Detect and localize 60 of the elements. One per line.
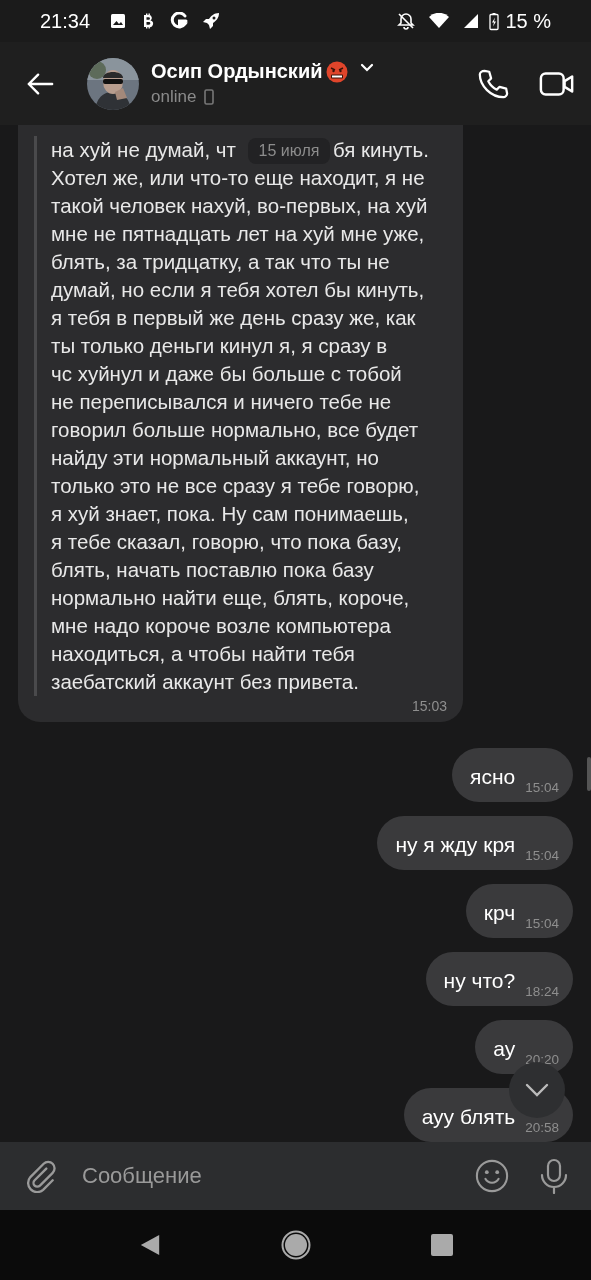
message-text: ну я жду кря bbox=[395, 833, 516, 857]
video-call-icon[interactable] bbox=[539, 69, 575, 98]
message-text: говорил больше нормально, все будет bbox=[51, 417, 420, 443]
phone-device-icon bbox=[204, 89, 215, 105]
signal-icon bbox=[463, 13, 480, 29]
recents-square-icon[interactable] bbox=[430, 1234, 453, 1256]
message-text: ну что? bbox=[443, 969, 516, 993]
message-text: заебатский аккаунт без привета. bbox=[51, 669, 360, 695]
message-time: 20:58 bbox=[525, 1120, 559, 1135]
message-text: ясно bbox=[470, 765, 516, 789]
message-text: мне надо короче возле компьютера bbox=[51, 613, 392, 639]
scrollbar bbox=[587, 757, 591, 791]
message-text: бя кинуть. bbox=[333, 137, 429, 163]
message-time: 15:04 bbox=[525, 916, 559, 931]
muted-bell-icon bbox=[397, 12, 416, 30]
battery-icon bbox=[489, 11, 500, 31]
message-time: 15:04 bbox=[525, 780, 559, 795]
message-input[interactable]: Сообщение bbox=[82, 1156, 475, 1196]
message-time: 15:03 bbox=[411, 698, 447, 714]
message-text: крч bbox=[483, 901, 516, 925]
back-arrow-icon[interactable] bbox=[26, 71, 54, 96]
paperclip-icon[interactable] bbox=[24, 1159, 58, 1193]
message-text: ты только деньги кинул я, я сразу в bbox=[51, 333, 389, 359]
date-badge: 15 июля bbox=[248, 138, 330, 164]
message-text: не переписывался и ничего тебе не bbox=[51, 389, 393, 415]
message-text: я тебя в первый же день сразу же, как bbox=[51, 305, 417, 331]
message-text: нормально найти еще, блять, короче, bbox=[51, 585, 411, 611]
clock-time: 21:34 bbox=[40, 9, 91, 33]
message-text: на хуй не думай, чт bbox=[51, 137, 237, 163]
microphone-icon[interactable] bbox=[539, 1158, 569, 1194]
message-text: блять, начать поставлю пока базу bbox=[51, 557, 375, 583]
contact-name[interactable]: Осип Ордынский bbox=[151, 60, 323, 83]
message-text: находиться, а чтобы найти тебя bbox=[51, 641, 356, 667]
message-text: я хуй знает, пока. Ну сам понимаешь, bbox=[51, 501, 410, 527]
message-bar[interactable]: Сообщение bbox=[0, 1142, 591, 1210]
message-text: мне не пятнадцать лет на хуй мне уже, bbox=[51, 221, 426, 247]
message-text: Хотел же, или что-то еще находит, я не bbox=[51, 165, 426, 191]
message-text: я тебе сказал, говорю, что пока базу, bbox=[51, 529, 403, 555]
message-text: ау bbox=[493, 1037, 516, 1061]
message-text: найду эти нормальный аккаунт, но bbox=[51, 445, 380, 471]
rocket-icon bbox=[202, 12, 221, 30]
swirl-icon bbox=[170, 12, 189, 30]
message-text: ауу блять bbox=[421, 1105, 516, 1129]
home-circle-icon[interactable] bbox=[280, 1230, 311, 1260]
message-text: только это не все сразу я тебе говорю, bbox=[51, 473, 421, 499]
message-text: думай, но если я тебя хотел бы кинуть, bbox=[51, 277, 426, 303]
angry-face-icon bbox=[326, 60, 349, 83]
online-status: online bbox=[151, 87, 197, 107]
image-icon bbox=[110, 13, 127, 29]
message-text: блять, за тридцатку, а так что ты не bbox=[51, 249, 391, 275]
smiley-icon[interactable] bbox=[475, 1159, 509, 1193]
wifi-icon bbox=[429, 13, 450, 29]
battery-percent: 15 % bbox=[505, 9, 551, 33]
message-time: 15:04 bbox=[525, 848, 559, 863]
message-text: такой человек нахуй, во-первых, на хуй bbox=[51, 193, 429, 219]
message-text: чс хуйнул и даже бы больше с тобой bbox=[51, 361, 403, 387]
message-time: 18:24 bbox=[525, 984, 559, 999]
chevron-down-icon[interactable] bbox=[360, 62, 375, 73]
phone-call-icon[interactable] bbox=[477, 67, 509, 100]
chevron-down-icon bbox=[525, 1083, 549, 1097]
